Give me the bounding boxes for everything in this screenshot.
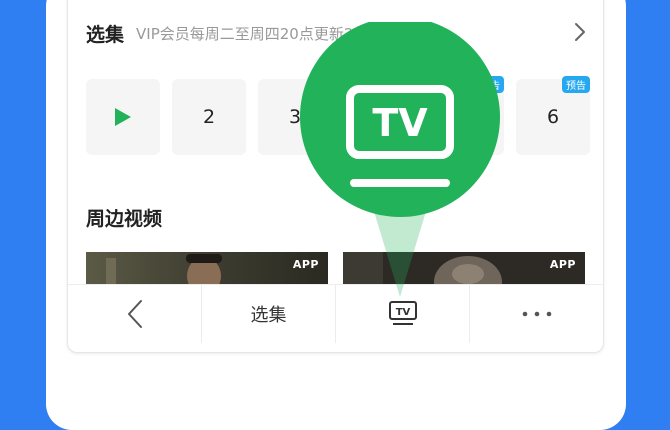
episode-section-title: 选集 [86, 23, 125, 46]
episodes-button-label: 选集 [250, 305, 287, 326]
chevron-left-icon [127, 300, 142, 328]
tv-icon: TV [388, 301, 417, 325]
episode-tile[interactable]: 6 预告 [516, 76, 590, 155]
related-videos-title: 周边视频 [86, 208, 163, 230]
more-icon [522, 311, 551, 317]
chevron-right-icon[interactable] [573, 21, 587, 43]
tv-icon-label: TV [395, 307, 410, 318]
tv-cast-highlight-pin: TV [300, 22, 500, 297]
episode-number: 2 [202, 106, 216, 128]
episode-tile-current[interactable] [86, 79, 160, 155]
episode-tile[interactable]: 2 [172, 79, 246, 155]
back-button[interactable] [68, 285, 201, 343]
play-icon [115, 108, 131, 126]
episode-number: 6 [546, 106, 560, 128]
video-thumbnail-image [86, 252, 328, 287]
app-only-tag: APP [549, 258, 576, 271]
tv-icon-label: TV [372, 101, 428, 145]
related-video-thumbnail[interactable]: APP [86, 252, 328, 287]
trailer-badge: 预告 [562, 76, 590, 93]
